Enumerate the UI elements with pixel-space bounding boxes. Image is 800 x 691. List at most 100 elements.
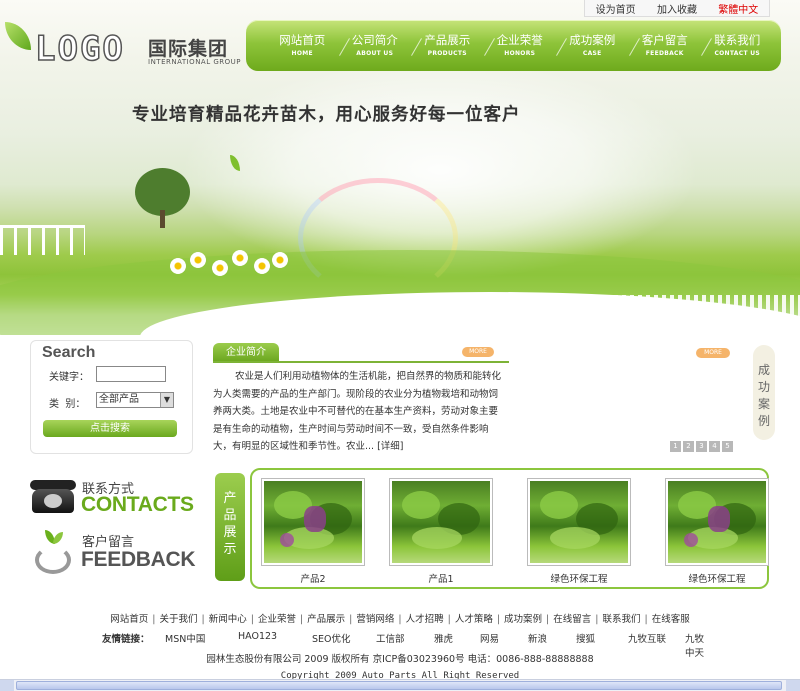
about-more-button[interactable]: MORE <box>462 347 494 357</box>
nav-item-3[interactable]: 产品展示 PRODUCTS <box>411 32 495 59</box>
cases-title-tab[interactable]: 成功案例 <box>753 345 775 440</box>
set-homepage-link[interactable]: 设为首页 <box>596 1 636 16</box>
nav-item-label-en: CASE <box>582 49 602 57</box>
scroll-left-icon[interactable] <box>0 680 14 691</box>
nav-item-label-en: ABOUT US <box>356 49 394 57</box>
footer-nav-link[interactable]: 网站首页 <box>110 614 148 625</box>
product-item[interactable]: 绿色环保工程 <box>665 478 769 586</box>
tree-trunk-decoration <box>160 210 165 228</box>
footer-nav-link[interactable]: 人才策略 <box>455 614 493 625</box>
fence-left-decoration <box>0 225 85 255</box>
logo-company-name: 国际集团 <box>148 38 229 60</box>
friend-link[interactable]: 搜狐 <box>576 631 595 645</box>
search-button[interactable]: 点击搜索 <box>43 420 177 437</box>
product-image[interactable] <box>527 478 631 566</box>
product-image[interactable] <box>261 478 365 566</box>
nav-item-label: 企业荣誉 <box>496 32 543 47</box>
friend-link[interactable]: 九牧互联 <box>628 631 666 645</box>
product-item[interactable]: 绿色环保工程 <box>527 478 631 586</box>
pager-page-1[interactable]: 1 <box>670 441 681 452</box>
nav-item-7[interactable]: 联系我们 CONTACT US <box>701 33 774 59</box>
scrollbar-thumb[interactable] <box>16 681 782 690</box>
friend-link[interactable]: SEO优化 <box>312 631 351 645</box>
tree-decoration <box>135 168 190 216</box>
products-label[interactable]: 产品展示 <box>215 473 245 581</box>
footer-nav-link[interactable]: 联系我们 <box>602 614 640 625</box>
footer-nav-link[interactable]: 在线客服 <box>652 614 690 625</box>
footer-nav-link[interactable]: 产品展示 <box>307 614 345 625</box>
product-image[interactable] <box>389 478 493 566</box>
footer-nav-link[interactable]: 新闻中心 <box>209 614 247 625</box>
feedback-banner[interactable]: 客户留言 FEEDBACK <box>30 528 200 578</box>
contacts-banner[interactable]: 联系方式 CONTACTS <box>30 475 200 521</box>
about-divider <box>213 361 509 363</box>
product-name[interactable]: 产品2 <box>261 571 365 585</box>
footer-nav-separator: | <box>496 614 501 625</box>
scroll-right-icon[interactable] <box>786 680 800 691</box>
footer-nav-separator: | <box>546 614 550 625</box>
footer-nav-separator: | <box>299 614 304 625</box>
horizontal-scrollbar[interactable] <box>0 679 800 691</box>
product-image[interactable] <box>665 478 769 566</box>
cases-pager: 12345 <box>670 441 733 452</box>
pager-page-4[interactable]: 4 <box>709 441 720 452</box>
cases-more-button[interactable]: MORE <box>696 348 730 358</box>
telephone-icon <box>30 477 76 515</box>
category-select[interactable]: 全部产品 ▼ <box>96 392 174 408</box>
leaf-icon <box>5 22 31 50</box>
products-label-text: 产品展示 <box>223 491 237 557</box>
footer-nav-separator: | <box>250 614 254 625</box>
footer-nav: 网站首页 | 关于我们 | 新闻中心 | 企业荣誉 | 产品展示 | 营销网络 | 人才招聘 | 人才策略 |… <box>0 611 800 625</box>
dropdown-arrow-icon[interactable]: ▼ <box>160 393 173 407</box>
nav-item-6[interactable]: 客户留言 FEEDBACK <box>629 33 712 59</box>
nav-item-4[interactable]: 企业荣誉 HONORS <box>484 32 567 59</box>
nav-item-label-en: FEEDBACK <box>645 49 684 57</box>
product-name[interactable]: 产品1 <box>389 571 493 585</box>
friend-link[interactable]: 网易 <box>480 631 499 645</box>
daisy-flowers-decoration <box>170 250 290 280</box>
about-section: 企业简介 MORE 农业是人们利用动植物体的生活机能，把自然界的物质和能转化为人… <box>213 343 509 460</box>
pager-page-3[interactable]: 3 <box>696 441 707 452</box>
product-name[interactable]: 绿色环保工程 <box>665 571 769 585</box>
header-banner: LOGO 国际集团 INTERNATIONAL GROUP 网站首页 HOME 公司… <box>0 0 800 335</box>
footer-nav-link[interactable]: 人才招聘 <box>406 614 444 625</box>
products-strip: 产品2 产品1 绿色环保工程 绿色环保工程 <box>250 468 769 589</box>
nav-item-label: 产品展示 <box>424 32 471 47</box>
about-body: 农业是人们利用动植物体的生活机能，把自然界的物质和能转化为人类需要的产品的生产部… <box>213 371 502 452</box>
friend-link[interactable]: 工信部 <box>376 631 405 645</box>
logo[interactable]: LOGO 国际集团 INTERNATIONAL GROUP <box>5 22 245 72</box>
top-utility-links: 设为首页 加入收藏 繁體中文 <box>584 0 770 17</box>
footer-nav-separator: | <box>644 614 648 625</box>
footer-nav-link[interactable]: 在线留言 <box>553 614 591 625</box>
nav-item-label-en: HOME <box>291 49 313 57</box>
product-name[interactable]: 绿色环保工程 <box>527 571 631 585</box>
friend-link[interactable]: HAO123 <box>238 631 277 642</box>
nav-item-label: 网站首页 <box>279 32 326 47</box>
footer-nav-link[interactable]: 营销网络 <box>356 614 394 625</box>
footer-nav-link[interactable]: 企业荣誉 <box>258 614 296 625</box>
traditional-chinese-link[interactable]: 繁體中文 <box>718 1 758 16</box>
add-favorite-link[interactable]: 加入收藏 <box>657 1 697 16</box>
footer-nav-separator: | <box>349 614 353 625</box>
friend-link[interactable]: MSN中国 <box>165 631 205 645</box>
product-item[interactable]: 产品1 <box>389 478 493 586</box>
about-tab[interactable]: 企业简介 <box>213 343 279 362</box>
footer-nav-separator: | <box>595 614 599 625</box>
nav-item-2[interactable]: 公司简介 ABOUT US <box>339 33 422 59</box>
about-detail-link[interactable]: [详细] <box>377 441 403 452</box>
about-text: 农业是人们利用动植物体的生活机能，把自然界的物质和能转化为人类需要的产品的生产部… <box>213 368 507 456</box>
pager-page-5[interactable]: 5 <box>722 441 733 452</box>
friend-link[interactable]: 雅虎 <box>434 631 453 645</box>
logo-company-name-en: INTERNATIONAL GROUP <box>148 58 241 66</box>
nav-item-1[interactable]: 网站首页 HOME <box>266 32 350 59</box>
keyword-label: 关键字： <box>49 372 89 383</box>
product-item[interactable]: 产品2 <box>261 478 365 586</box>
pager-page-2[interactable]: 2 <box>683 441 694 452</box>
feedback-en: FEEDBACK <box>81 548 196 571</box>
friend-link[interactable]: 新浪 <box>528 631 547 645</box>
nav-item-5[interactable]: 成功案例 CASE <box>556 32 640 59</box>
keyword-input[interactable] <box>96 366 166 382</box>
nav-item-label: 成功案例 <box>569 32 616 47</box>
footer-nav-link[interactable]: 关于我们 <box>160 614 198 625</box>
footer-nav-link[interactable]: 成功案例 <box>504 614 542 625</box>
